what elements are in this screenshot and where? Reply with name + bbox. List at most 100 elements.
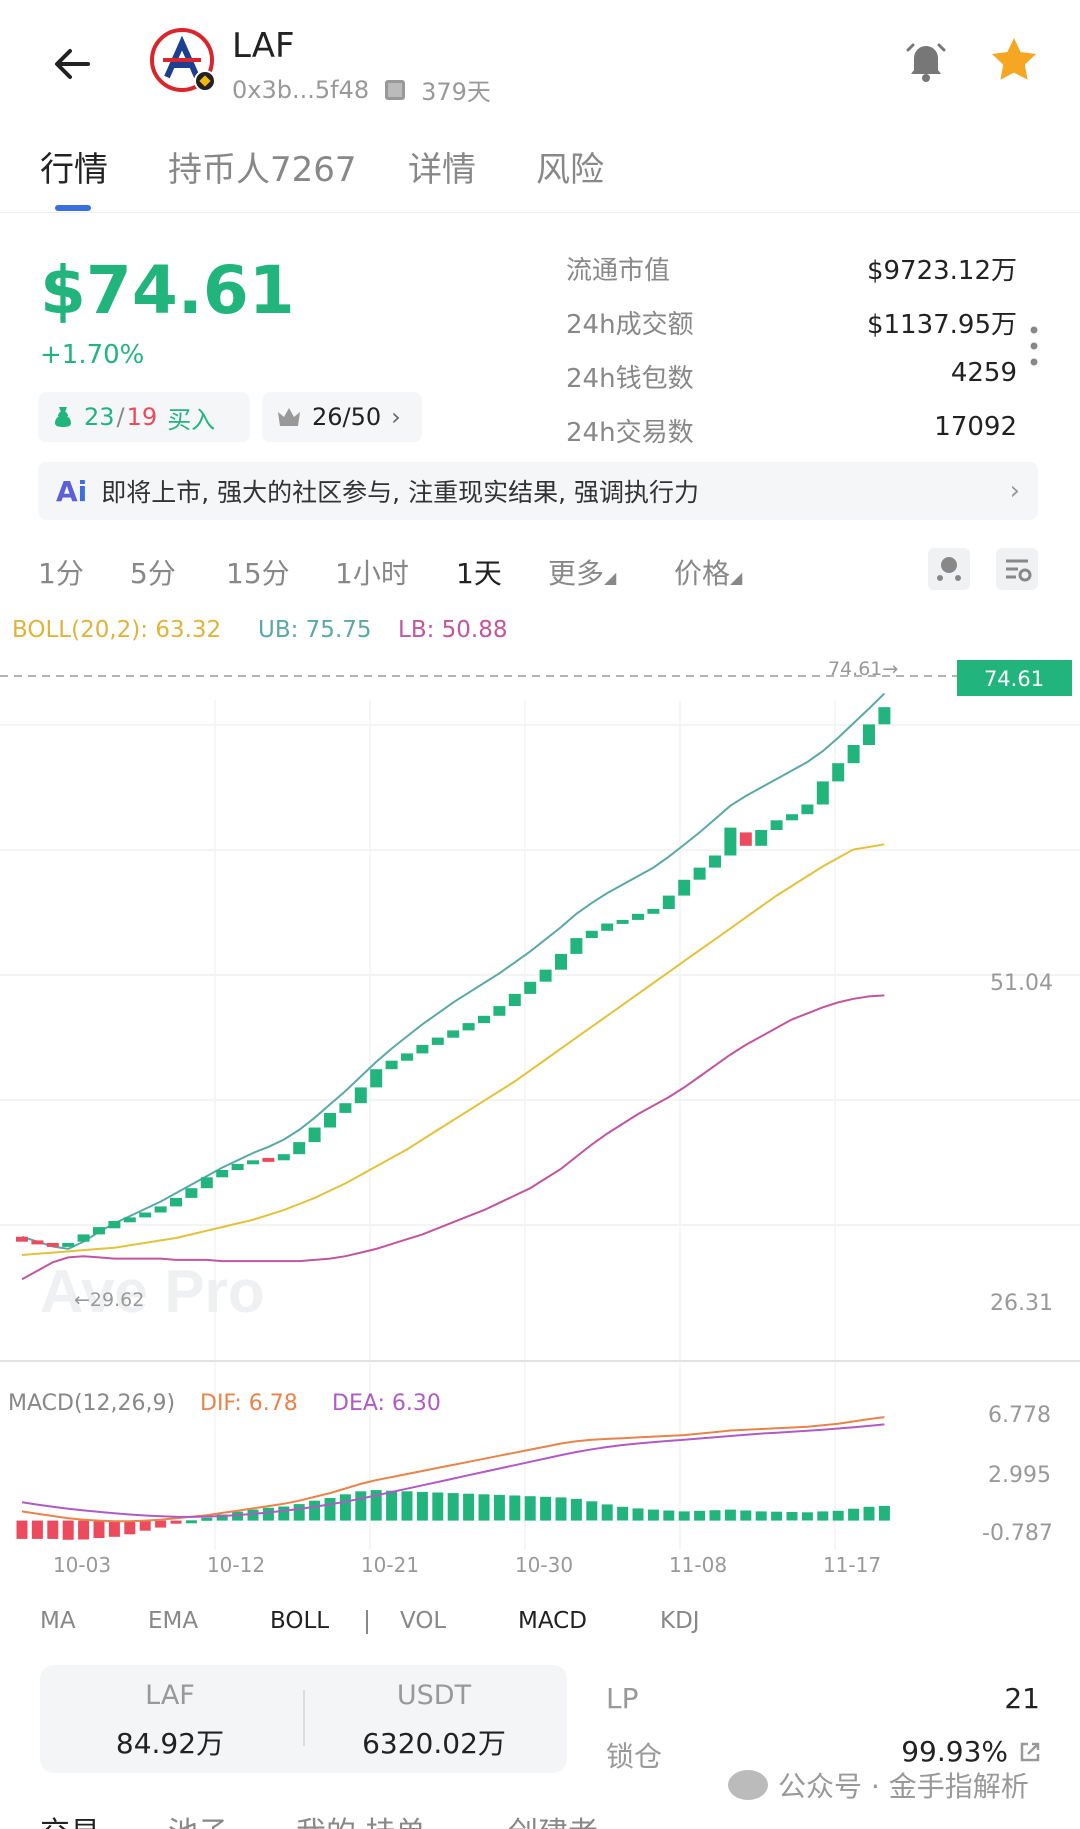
- candle: [16, 1236, 28, 1242]
- candle: [416, 1044, 429, 1054]
- back-arrow-icon[interactable]: [48, 38, 100, 90]
- macd-histogram-bar: [647, 1509, 659, 1521]
- external-link-icon[interactable]: [1018, 1740, 1042, 1764]
- indicator-tab-ema[interactable]: EMA: [148, 1608, 198, 1634]
- macd-histogram-bar: [31, 1520, 43, 1539]
- buy-sell-chip[interactable]: 23/19 买入: [38, 392, 250, 442]
- interval-1d[interactable]: 1天: [456, 552, 502, 592]
- macd-histogram-bar: [185, 1520, 197, 1524]
- favorite-star-icon[interactable]: [988, 34, 1040, 86]
- bell-icon[interactable]: [900, 34, 952, 86]
- bottom-tab-my-orders[interactable]: 我的·挂单: [296, 1808, 426, 1829]
- x-axis-label: 10-03: [53, 1553, 111, 1575]
- bottom-tab-pool[interactable]: 池子: [168, 1808, 228, 1829]
- macd-histogram-bar: [155, 1520, 167, 1528]
- candle: [277, 1154, 290, 1161]
- indicator-tab-vol[interactable]: VOL: [400, 1608, 446, 1634]
- y-axis-label-26: 26.31: [990, 1291, 1053, 1316]
- macd-histogram-bar: [309, 1500, 321, 1521]
- candle: [447, 1030, 460, 1038]
- macd-histogram-bar: [262, 1507, 274, 1521]
- indicator-tab-ma[interactable]: MA: [40, 1608, 76, 1634]
- candle: [801, 804, 814, 815]
- price-marker: 74.61→: [828, 658, 898, 680]
- copy-icon[interactable]: [385, 79, 406, 100]
- stat-label-trades: 24h交易数: [566, 418, 694, 448]
- price-mode-label: 价格: [674, 557, 731, 590]
- token-address: 0x3b...5f48: [232, 75, 370, 104]
- top-holders-value: 26/50: [312, 403, 382, 431]
- pen-tool-icon: [937, 557, 961, 581]
- candle: [93, 1227, 105, 1235]
- macd-histogram-bar: [832, 1510, 844, 1521]
- indicator-tab-kdj[interactable]: KDJ: [660, 1608, 700, 1634]
- macd-histogram-bar: [617, 1506, 629, 1521]
- candle: [786, 814, 798, 821]
- macd-axis-label-bottom: -0.787: [982, 1521, 1053, 1546]
- macd-histogram-bar: [447, 1493, 459, 1521]
- crown-icon: [278, 408, 300, 426]
- x-axis-label: 10-21: [361, 1553, 419, 1575]
- chart-grid: [0, 700, 1080, 1550]
- token-name: LAF: [232, 26, 295, 66]
- interval-1m[interactable]: 1分: [38, 552, 84, 592]
- candle: [200, 1177, 213, 1189]
- candle: [493, 1006, 506, 1016]
- stat-value-wallets: 4259: [950, 358, 1017, 388]
- tab-holders[interactable]: 持币人7267: [168, 142, 357, 191]
- candle: [185, 1188, 198, 1198]
- ai-summary-banner[interactable]: Ai 即将上市, 强大的社区参与, 注重现实结果, 强调执行力 ›: [38, 462, 1038, 520]
- chart-settings-button[interactable]: [996, 548, 1038, 590]
- macd-histogram-bar: [93, 1520, 105, 1538]
- interval-15m[interactable]: 15分: [226, 552, 290, 592]
- x-axis-labels: 10-03 10-12 10-21 10-30 11-08 11-17: [53, 1553, 881, 1575]
- candle: [77, 1234, 90, 1242]
- tab-market[interactable]: 行情: [40, 142, 108, 191]
- lock-value: 99.93%: [901, 1735, 1008, 1768]
- ai-icon: Ai: [56, 474, 88, 508]
- price-mode-select[interactable]: 价格◢: [674, 552, 742, 592]
- pool-token2-value: 6320.02万: [362, 1727, 506, 1760]
- macd-histogram-bar: [740, 1510, 752, 1521]
- last-price-tag: 74.61: [984, 667, 1044, 691]
- tab-risk[interactable]: 风险: [536, 142, 604, 191]
- macd-histogram-bar: [432, 1492, 444, 1521]
- macd-axis-label-top: 6.778: [988, 1403, 1051, 1428]
- ai-summary-text: 即将上市, 强大的社区参与, 注重现实结果, 强调执行力: [101, 478, 699, 507]
- macd-axis-label-mid: 2.995: [988, 1463, 1051, 1488]
- candle: [709, 855, 721, 868]
- more-vertical-icon[interactable]: [1030, 326, 1038, 366]
- macd-histogram-bar: [863, 1506, 875, 1521]
- indicator-separator: [366, 1610, 368, 1634]
- interval-more[interactable]: 更多◢: [548, 552, 616, 592]
- interval-more-label: 更多: [548, 557, 605, 590]
- tab-details[interactable]: 详情: [408, 142, 476, 191]
- macd-histogram-bar: [663, 1510, 675, 1521]
- candle: [647, 908, 660, 914]
- candle: [863, 724, 875, 745]
- macd-histogram-bar: [817, 1511, 829, 1521]
- buy-label: 买入: [167, 405, 216, 434]
- macd-histogram-bar: [324, 1498, 336, 1521]
- bottom-tab-trade[interactable]: 交易: [40, 1808, 100, 1829]
- top-holders-chip[interactable]: 26/50 ›: [262, 392, 422, 442]
- macd-histogram-bar: [293, 1504, 305, 1521]
- indicator-tab-macd[interactable]: MACD: [518, 1608, 587, 1634]
- interval-5m[interactable]: 5分: [130, 552, 176, 592]
- macd-histogram-bar: [724, 1509, 736, 1521]
- macd-histogram-bar: [678, 1511, 690, 1521]
- candle: [632, 913, 644, 920]
- macd-histogram-bar: [694, 1510, 706, 1521]
- x-axis-label: 11-08: [669, 1553, 727, 1575]
- bottom-tab-creator[interactable]: 创建者: [508, 1808, 598, 1829]
- candle: [724, 827, 737, 856]
- macd-histogram-bar: [848, 1508, 860, 1521]
- candlestick-chart[interactable]: Ave Pro 74.61 74.61→ ←29.62 51.04 26.31 …: [0, 640, 1080, 1575]
- indicator-tab-boll[interactable]: BOLL: [270, 1608, 329, 1634]
- candle: [755, 830, 768, 846]
- candle: [339, 1103, 352, 1113]
- interval-1h[interactable]: 1小时: [335, 552, 409, 592]
- wechat-watermark: 公众号 · 金手指解析: [728, 1765, 1029, 1805]
- drawing-tool-button[interactable]: [928, 548, 970, 590]
- macd-histogram-bar: [709, 1510, 721, 1521]
